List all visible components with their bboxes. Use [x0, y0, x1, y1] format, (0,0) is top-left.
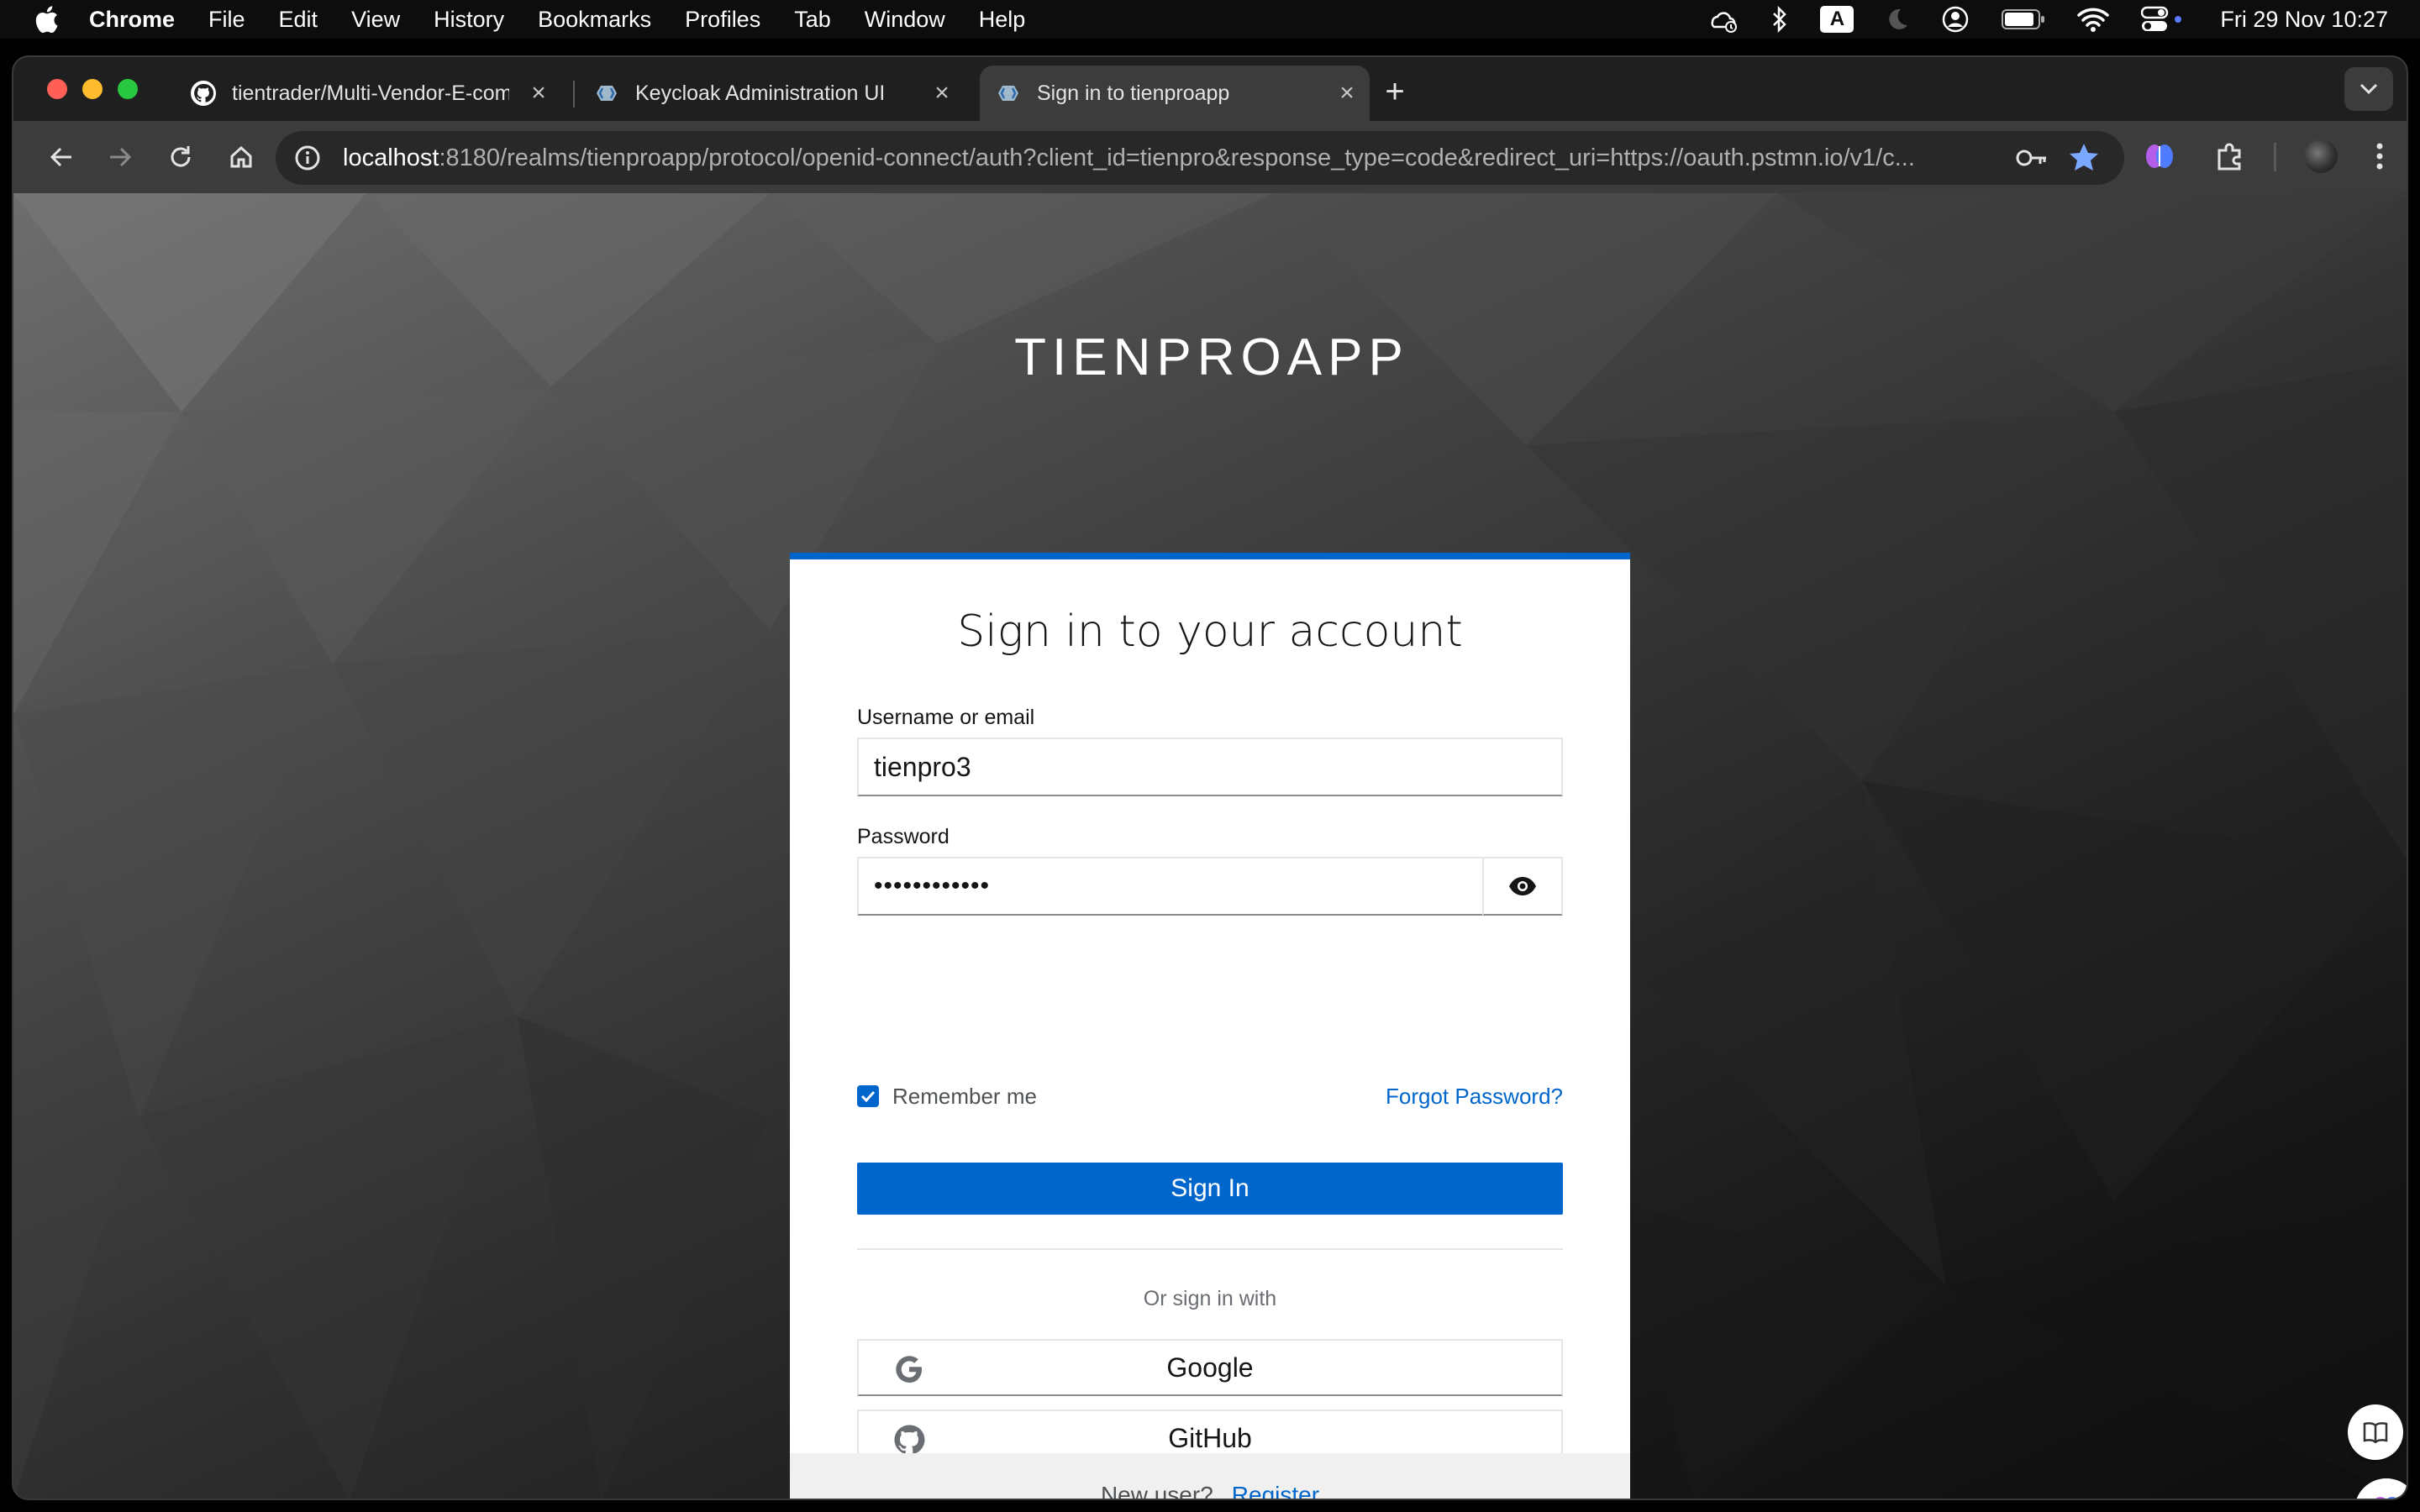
divider	[857, 1248, 1563, 1250]
realm-title: TIENPROAPP	[1014, 328, 1409, 386]
weather-icon[interactable]	[1706, 5, 1739, 34]
google-sign-in-button[interactable]: Google	[857, 1339, 1563, 1396]
tab-close-icon[interactable]: ×	[528, 81, 550, 106]
card-title: Sign in to your account	[957, 606, 1463, 657]
login-card: Sign in to your account Username or emai…	[790, 553, 1630, 1499]
keycloak-login-page: TIENPROAPP Sign in to your account Usern…	[13, 193, 2407, 1500]
url-path: :8180/realms/tienproapp/protocol/openid-…	[439, 144, 1915, 171]
window-minimize-button[interactable]	[82, 79, 103, 99]
apple-icon[interactable]	[34, 5, 59, 34]
book-icon	[2363, 1422, 2388, 1443]
url-text[interactable]: localhost:8180/realms/tienproapp/protoco…	[343, 144, 2007, 172]
extension-brain-button[interactable]	[2139, 136, 2180, 176]
menu-edit[interactable]: Edit	[279, 7, 318, 33]
arrow-left-icon	[50, 147, 71, 167]
tab-separator	[573, 81, 575, 108]
control-center-icon[interactable]	[2141, 6, 2185, 33]
eye-icon	[1509, 877, 1536, 895]
browser-toolbar: localhost:8180/realms/tienproapp/protoco…	[13, 121, 2407, 193]
keycloak-icon	[597, 86, 617, 101]
tab-keycloak-admin[interactable]: Keycloak Administration UI ×	[578, 66, 965, 121]
home-icon	[230, 145, 252, 168]
remember-me-label[interactable]: Remember me	[892, 1084, 1037, 1110]
focus-moon-icon[interactable]	[1886, 7, 1909, 32]
tab-search-button[interactable]	[2344, 67, 2393, 111]
menu-bookmarks[interactable]: Bookmarks	[538, 7, 651, 33]
forgot-password-link[interactable]: Forgot Password?	[1386, 1084, 1563, 1110]
tab-strip: tientrader/Multi-Vendor-E-com × Keycloak…	[13, 57, 2407, 121]
password-field[interactable]: ••••••••••••	[857, 857, 1484, 916]
chrome-menu-button[interactable]	[2360, 136, 2400, 176]
avatar	[2304, 139, 2338, 173]
username-field[interactable]: tienpro3	[857, 738, 1563, 796]
back-button[interactable]	[44, 139, 79, 175]
arrow-right-icon	[110, 147, 132, 167]
chevron-down-icon	[2360, 83, 2378, 95]
input-source-icon[interactable]: A	[1820, 6, 1854, 33]
reload-button[interactable]	[163, 139, 198, 175]
tab-title: Sign in to tienproapp	[1037, 81, 1230, 105]
tab-close-icon[interactable]: ×	[931, 81, 953, 106]
menu-profiles[interactable]: Profiles	[685, 7, 760, 33]
address-bar[interactable]: localhost:8180/realms/tienproapp/protoco…	[276, 131, 2124, 185]
forward-button[interactable]	[103, 139, 138, 175]
bluetooth-icon[interactable]	[1771, 6, 1788, 33]
brain-assistant-icon	[2375, 1497, 2397, 1499]
bookmark-star-icon[interactable]	[2067, 141, 2101, 175]
card-footer-wrapper: New user? Register	[790, 1453, 1630, 1500]
reader-mode-button[interactable]	[2348, 1404, 2403, 1460]
google-label: Google	[1166, 1352, 1254, 1383]
menu-view[interactable]: View	[351, 7, 400, 33]
username-label: Username or email	[857, 706, 1035, 729]
toolbar-divider	[2274, 143, 2276, 171]
brain-extension-icon	[2146, 144, 2173, 168]
menu-app-name[interactable]: Chrome	[89, 7, 175, 33]
tab-title: Keycloak Administration UI	[635, 81, 886, 105]
menu-help[interactable]: Help	[979, 7, 1026, 33]
profile-avatar-button[interactable]	[2301, 136, 2341, 176]
sign-in-button[interactable]: Sign In	[857, 1163, 1563, 1215]
puzzle-icon	[2217, 143, 2241, 171]
tab-sign-in-tienproapp[interactable]: Sign in to tienproapp ×	[980, 66, 1370, 121]
window-maximize-button[interactable]	[118, 79, 138, 99]
url-host: localhost	[343, 144, 439, 171]
password-label: Password	[857, 825, 950, 848]
reload-icon	[171, 146, 191, 167]
remember-me-checkbox[interactable]	[857, 1085, 879, 1107]
keycloak-icon	[998, 86, 1018, 101]
checkmark-icon	[860, 1090, 876, 1102]
menu-window[interactable]: Window	[865, 7, 945, 33]
browser-window: tientrader/Multi-Vendor-E-com × Keycloak…	[12, 55, 2408, 1500]
extensions-button[interactable]	[2210, 136, 2250, 176]
site-info-icon[interactable]	[292, 143, 323, 173]
menu-history[interactable]: History	[434, 7, 504, 33]
show-password-button[interactable]	[1482, 857, 1563, 916]
new-user-text: New user?	[1100, 1482, 1213, 1500]
user-account-icon[interactable]	[1941, 5, 1970, 34]
tab-github[interactable]: tientrader/Multi-Vendor-E-com ×	[175, 66, 561, 121]
github-icon	[191, 81, 216, 106]
password-key-icon[interactable]	[2015, 143, 2049, 173]
menu-clock[interactable]: Fri 29 Nov 10:27	[2220, 7, 2388, 33]
home-button[interactable]	[224, 139, 259, 175]
wifi-icon[interactable]	[2077, 7, 2110, 32]
tab-close-icon[interactable]: ×	[1336, 81, 1358, 106]
kebab-menu-icon	[2376, 143, 2383, 170]
macos-menu-bar: Chrome File Edit View History Bookmarks …	[0, 0, 2420, 39]
battery-icon[interactable]	[2002, 8, 2045, 30]
menu-tab[interactable]: Tab	[794, 7, 831, 33]
window-close-button[interactable]	[47, 79, 67, 99]
or-sign-in-with-text: Or sign in with	[1143, 1287, 1277, 1310]
tab-title: tientrader/Multi-Vendor-E-com	[232, 81, 509, 105]
menu-file[interactable]: File	[208, 7, 245, 33]
new-tab-button[interactable]: +	[1378, 75, 1412, 109]
register-link[interactable]: Register	[1232, 1482, 1319, 1499]
